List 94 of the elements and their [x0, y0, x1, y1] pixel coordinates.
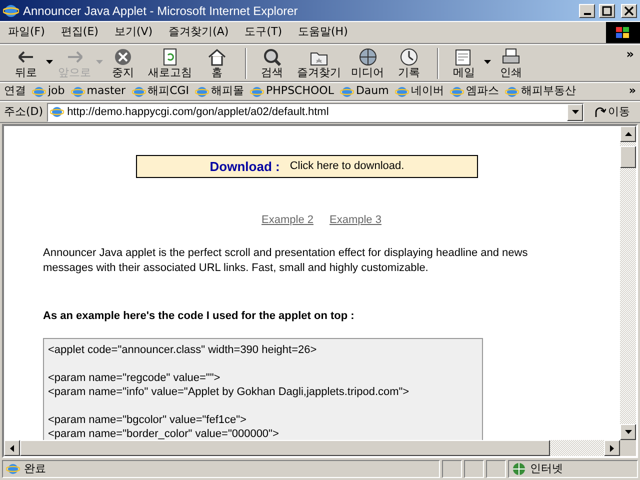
flag-icon [615, 26, 631, 40]
close-icon [624, 6, 634, 16]
link-item[interactable]: 해피CGI [132, 83, 190, 100]
download-label: Download : [210, 158, 280, 176]
arrow-icon [594, 106, 606, 118]
code-line: <param name="bgcolor" value="fef1ce"> [48, 413, 248, 427]
toolbar-button[interactable]: 새로고침 [143, 48, 197, 78]
toolbar-button[interactable]: 검색 [245, 48, 292, 78]
links-label: 연결 [4, 83, 26, 100]
toolbar-button[interactable]: 인쇄 [491, 48, 531, 78]
scroll-down-button[interactable] [620, 424, 636, 440]
vertical-scrollbar[interactable] [620, 126, 636, 440]
globe-icon [512, 462, 526, 476]
browser-logo-icon [450, 84, 464, 98]
minimize-icon [584, 12, 590, 14]
scrollbar-corner [620, 440, 636, 456]
browser-logo-icon [195, 84, 210, 98]
caret-icon [46, 60, 53, 64]
maximize-icon [602, 6, 612, 16]
toolbar-button[interactable]: 중지 [103, 48, 143, 78]
triangle-up-icon [624, 132, 632, 136]
toolbar-button[interactable]: 메일 [437, 48, 491, 78]
more-button[interactable]: » [626, 45, 634, 63]
scroll-thumb[interactable] [20, 440, 550, 456]
link-item[interactable]: PHPSCHOOL [250, 83, 334, 100]
code-line: <applet code="announcer.class" width=390 height=26> [48, 343, 318, 357]
menu-item[interactable]: 파일(F) [0, 24, 53, 41]
printer-icon [501, 48, 521, 66]
code-heading: As an example here's the code I used for the applet on top : [43, 308, 356, 324]
download-banner[interactable]: Download : Click here to download. [136, 155, 478, 178]
globe-icon [358, 48, 378, 66]
intro-paragraph: Announcer Java applet is the perfect scroll and presentation effect for displaying headline and news messages with their associated URL links. Fast, small and highly customizable. [43, 246, 529, 276]
browser-logo-icon [3, 2, 19, 18]
search-icon [262, 48, 282, 66]
home-icon [207, 48, 227, 66]
caret-icon [484, 60, 491, 64]
menu-item[interactable]: 도구(T) [236, 24, 290, 41]
triangle-down-icon [624, 430, 632, 434]
toolbar-button[interactable]: 즐겨찾기 [292, 48, 346, 78]
browser-logo-icon [50, 105, 64, 119]
minimize-button[interactable] [579, 4, 595, 18]
toolbar-button[interactable]: 홈 [197, 48, 237, 78]
toolbar-button[interactable]: 미디어 [346, 48, 389, 78]
zone-pane: 인터넷 [508, 460, 638, 478]
link-item[interactable]: 네이버 [394, 83, 444, 100]
window-title: Announcer Java Applet - Microsoft Internet Explorer [23, 2, 299, 20]
browser-logo-icon [132, 84, 146, 98]
toolbar-button[interactable]: 기록 [389, 48, 429, 78]
browser-logo-icon [70, 84, 85, 98]
example-link[interactable]: Example 2 [262, 212, 314, 228]
menu-item[interactable]: 보기(V) [106, 24, 161, 41]
link-item[interactable]: 해피부동산 [504, 83, 576, 100]
link-item[interactable]: 엠파스 [450, 83, 499, 100]
go-button[interactable]: 이동 [588, 104, 636, 120]
caret-icon [96, 60, 103, 64]
browser-logo-icon [394, 84, 409, 98]
address-label: 주소(D) [4, 104, 44, 120]
link-item[interactable]: 해피몰 [195, 83, 244, 100]
status-pane [442, 460, 462, 478]
scroll-left-button[interactable] [4, 440, 20, 456]
page-icon [6, 462, 20, 476]
clock-icon [399, 48, 419, 66]
stop-icon [113, 48, 133, 66]
download-link[interactable]: Click here to download. [290, 158, 404, 175]
browser-logo-icon [504, 84, 519, 98]
status-pane: 완료 [2, 460, 440, 478]
menu-item[interactable]: 편집(E) [52, 24, 106, 41]
scroll-right-button[interactable] [604, 440, 620, 456]
maximize-button[interactable] [599, 4, 615, 18]
close-button[interactable] [621, 4, 637, 18]
link-item[interactable]: master [70, 83, 126, 100]
caret-icon [572, 110, 578, 114]
address-field[interactable]: http://demo.happycgi.com/gon/applet/a02/default.html [47, 102, 584, 122]
code-line: <param name="regcode" value=""> [48, 371, 222, 385]
triangle-right-icon [610, 444, 614, 452]
horizontal-scrollbar[interactable] [4, 440, 636, 456]
example-link[interactable]: Example 3 [330, 212, 382, 228]
code-line: <param name="info" value="Applet by Gokhan Dagli,japplets.tripod.com"> [48, 385, 410, 399]
browser-logo-icon [250, 84, 264, 98]
dropdown-button[interactable] [567, 104, 583, 120]
browser-logo-icon [32, 84, 46, 98]
link-item[interactable]: job [32, 83, 65, 100]
status-pane [486, 460, 506, 478]
browser-logo-icon [340, 84, 354, 98]
scroll-up-button[interactable] [620, 126, 636, 142]
code-line: <param name="border_color" value="000000"> [48, 427, 280, 440]
menu-item[interactable]: 도움말(H) [290, 24, 356, 41]
toolbar-button[interactable]: 뒤로 [6, 48, 53, 78]
scroll-thumb[interactable] [620, 146, 636, 168]
link-item[interactable]: Daum [340, 83, 389, 100]
menu-item[interactable]: 즐겨찾기(A) [160, 24, 237, 41]
more-button[interactable]: » [628, 83, 636, 100]
status-pane [464, 460, 484, 478]
triangle-left-icon [10, 444, 14, 452]
